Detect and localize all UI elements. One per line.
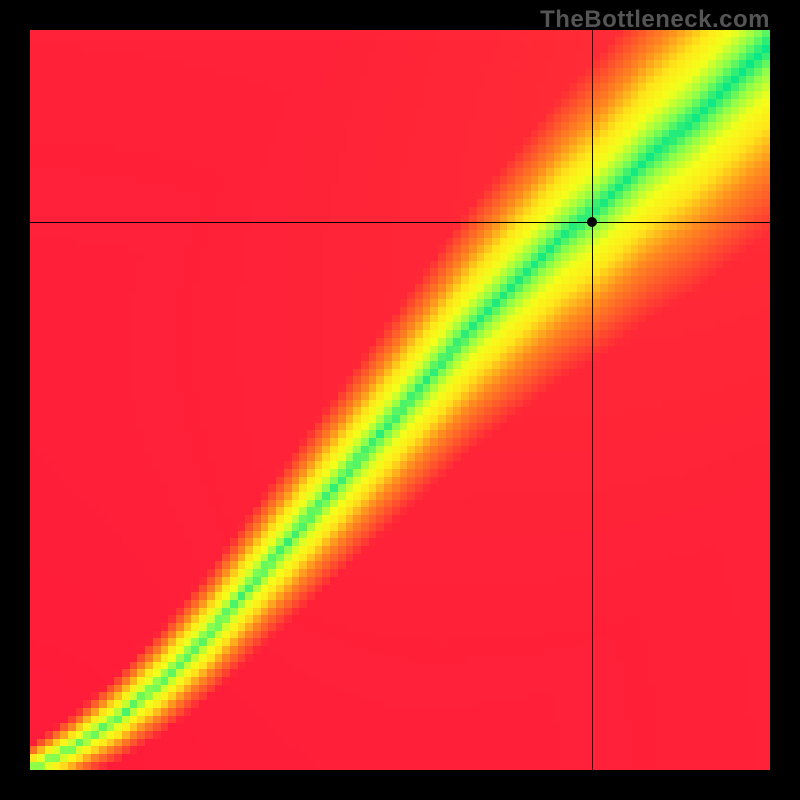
chart-frame: TheBottleneck.com [0, 0, 800, 800]
watermark-text: TheBottleneck.com [540, 6, 770, 34]
marker-point [587, 217, 597, 227]
heatmap-canvas [30, 30, 770, 770]
crosshair-horizontal [30, 222, 770, 223]
heatmap-plot [30, 30, 770, 770]
crosshair-vertical [592, 30, 593, 770]
